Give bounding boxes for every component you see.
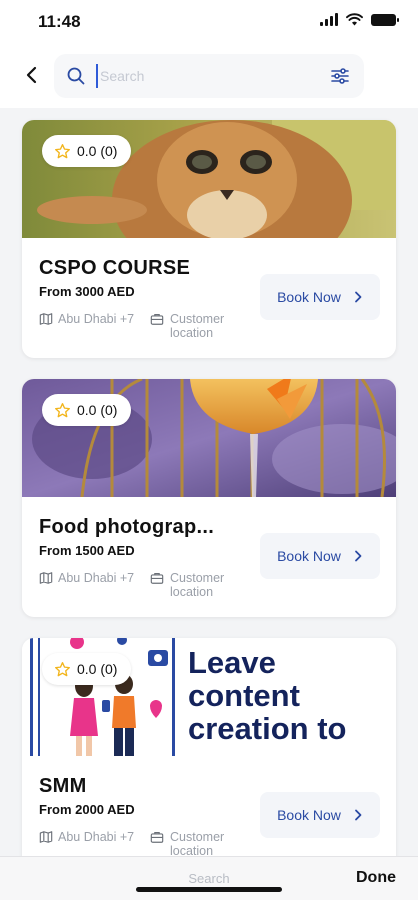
- location-text: Abu Dhabi +7: [58, 571, 135, 585]
- map-icon: [39, 572, 53, 584]
- book-now-label: Book Now: [277, 289, 341, 305]
- location-text: Abu Dhabi +7: [58, 830, 135, 844]
- location-type-info: Customer location: [150, 571, 240, 599]
- wifi-icon: [346, 13, 363, 26]
- search-bar[interactable]: [54, 54, 364, 98]
- service-card[interactable]: Leave content creation to 0.0 (0) SMM Fr…: [22, 638, 396, 868]
- map-icon: [39, 313, 53, 325]
- search-icon: [67, 67, 85, 85]
- location-type-text: Customer location: [170, 830, 225, 858]
- service-price: From 3000 AED: [39, 284, 135, 299]
- service-card[interactable]: 0.0 (0) Food photograp... From 1500 AED …: [22, 379, 396, 617]
- service-title: CSPO COURSE: [39, 257, 191, 279]
- service-image: 0.0 (0): [22, 379, 396, 497]
- location-type-text: Customer location: [170, 571, 225, 599]
- rating-badge: 0.0 (0): [42, 653, 132, 685]
- briefcase-icon: [150, 573, 164, 584]
- chevron-right-icon: [355, 550, 362, 562]
- signal-icon: [320, 13, 338, 26]
- back-icon[interactable]: [20, 63, 44, 87]
- rating-value: 0.0 (0): [77, 143, 118, 159]
- service-title: Food photograp...: [39, 516, 215, 538]
- map-icon: [39, 831, 53, 843]
- star-icon: [55, 143, 70, 158]
- book-now-label: Book Now: [277, 807, 341, 823]
- star-icon: [55, 661, 70, 676]
- filter-sliders-icon[interactable]: [330, 66, 350, 86]
- status-bar: 11:48: [0, 0, 418, 46]
- chevron-right-icon: [355, 809, 362, 821]
- banner-line: Leave: [188, 645, 276, 680]
- book-now-button[interactable]: Book Now: [260, 274, 380, 320]
- rating-value: 0.0 (0): [77, 661, 118, 677]
- service-image: Leave content creation to 0.0 (0): [22, 638, 396, 756]
- location-info: Abu Dhabi +7: [39, 830, 134, 844]
- star-icon: [55, 402, 70, 417]
- location-info: Abu Dhabi +7: [39, 312, 134, 326]
- book-now-button[interactable]: Book Now: [260, 792, 380, 838]
- briefcase-icon: [150, 832, 164, 843]
- rating-value: 0.0 (0): [77, 402, 118, 418]
- banner-line: content: [188, 678, 300, 713]
- keyboard-accessory-bar: Search Done: [0, 856, 418, 900]
- battery-icon: [371, 13, 399, 26]
- done-button[interactable]: Done: [356, 869, 396, 887]
- status-time: 11:48: [38, 12, 81, 31]
- service-price: From 1500 AED: [39, 543, 135, 558]
- service-title: SMM: [39, 775, 87, 797]
- rating-badge: 0.0 (0): [42, 135, 132, 167]
- location-type-info: Customer location: [150, 830, 240, 858]
- search-input[interactable]: [96, 64, 316, 88]
- service-list: 0.0 (0) CSPO COURSE From 3000 AED Abu Dh…: [0, 108, 418, 868]
- service-image: 0.0 (0): [22, 120, 396, 238]
- location-text: Abu Dhabi +7: [58, 312, 135, 326]
- book-now-button[interactable]: Book Now: [260, 533, 380, 579]
- briefcase-icon: [150, 314, 164, 325]
- location-type-text: Customer location: [170, 312, 225, 340]
- service-price: From 2000 AED: [39, 802, 135, 817]
- search-header: [0, 46, 418, 108]
- rating-badge: 0.0 (0): [42, 394, 132, 426]
- book-now-label: Book Now: [277, 548, 341, 564]
- chevron-right-icon: [355, 291, 362, 303]
- location-type-info: Customer location: [150, 312, 240, 340]
- service-card[interactable]: 0.0 (0) CSPO COURSE From 3000 AED Abu Dh…: [22, 120, 396, 358]
- banner-line: creation to: [188, 711, 347, 746]
- status-icons: [320, 13, 399, 26]
- home-indicator: [136, 887, 282, 892]
- location-info: Abu Dhabi +7: [39, 571, 134, 585]
